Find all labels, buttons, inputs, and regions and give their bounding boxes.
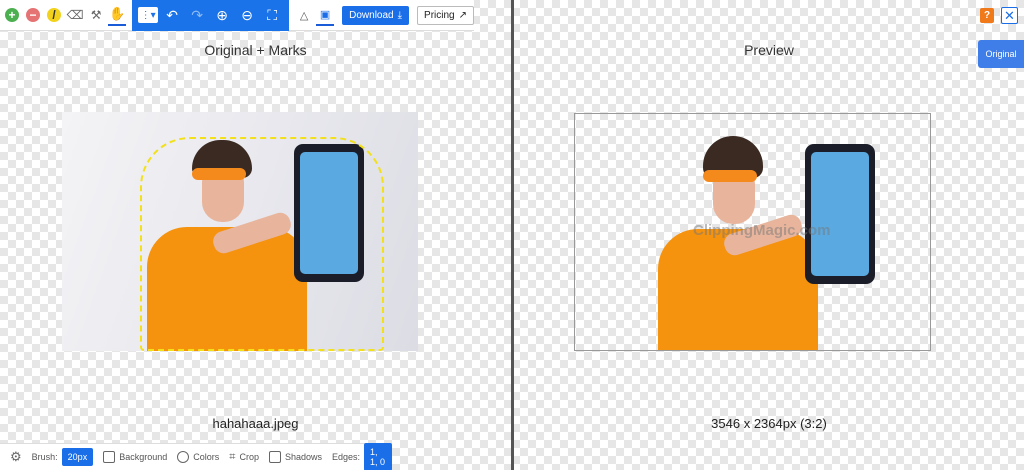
shadows-button[interactable]: Shadows xyxy=(268,451,323,463)
brush-setting[interactable]: Brush: 20px xyxy=(32,448,94,466)
crop-label: Crop xyxy=(239,452,259,462)
brush-size-select[interactable]: ⋮▾ xyxy=(138,7,159,23)
colors-label: Colors xyxy=(193,452,220,462)
original-filename: hahahaaa.jpeg xyxy=(212,416,299,431)
image-dimensions: 3546 x 2364px (3:2) xyxy=(711,416,827,431)
eraser-icon[interactable]: ⌫ xyxy=(66,4,84,26)
view-marks-icon[interactable]: △ xyxy=(295,4,313,26)
redo-icon[interactable]: ↷ xyxy=(186,4,208,26)
colors-icon xyxy=(177,451,190,463)
shadows-icon xyxy=(268,451,281,463)
download-label: Download xyxy=(349,9,394,21)
toolbar: + − / ⌫ ⚒ ✋ ⋮▾ ↶ ↷ ⊕ ⊖ ⛶ △ ▣ Download ⤓ … xyxy=(0,0,474,31)
zoom-in-icon[interactable]: ⊕ xyxy=(211,4,233,26)
wand-icon[interactable]: ⚒ xyxy=(87,4,105,26)
shadows-label: Shadows xyxy=(284,452,323,462)
background-label: Background xyxy=(119,452,168,462)
download-icon: ⤓ xyxy=(397,9,403,21)
brush-value[interactable]: 20px xyxy=(61,448,94,466)
watermark-text: ClippingMagic.com xyxy=(693,222,831,239)
crop-icon: ⌗ xyxy=(229,450,236,463)
zoom-out-icon[interactable]: ⊖ xyxy=(236,4,258,26)
background-icon xyxy=(103,451,116,463)
fit-to-screen-icon[interactable]: ⛶ xyxy=(261,4,283,26)
brush-label: Brush: xyxy=(31,452,58,462)
preview-title: Preview xyxy=(744,42,794,58)
remove-icon[interactable]: − xyxy=(24,4,42,26)
view-split-icon[interactable]: ▣ xyxy=(316,4,335,26)
close-button[interactable]: ✕ xyxy=(1001,7,1018,24)
hand-icon[interactable]: ✋ xyxy=(108,4,127,26)
original-image[interactable] xyxy=(62,112,418,351)
undo-icon[interactable]: ↶ xyxy=(161,4,183,26)
download-button[interactable]: Download ⤓ xyxy=(342,5,410,25)
edit-tools-group: ⋮▾ ↶ ↷ ⊕ ⊖ ⛶ xyxy=(132,0,290,31)
settings-icon[interactable]: ⚙ xyxy=(10,449,22,465)
edges-setting[interactable]: Edges: 1, 1, 0 xyxy=(332,443,392,470)
preview-image[interactable]: ClippingMagic.com xyxy=(574,113,931,351)
edges-label: Edges: xyxy=(332,452,361,462)
original-pane: + − / ⌫ ⚒ ✋ ⋮▾ ↶ ↷ ⊕ ⊖ ⛶ △ ▣ Download ⤓ … xyxy=(0,0,511,470)
external-link-icon: ↗ xyxy=(458,9,467,21)
background-button[interactable]: Background xyxy=(103,451,167,463)
bottom-toolbar: ⚙ Brush: 20px Background Colors ⌗ Crop S… xyxy=(0,443,392,470)
help-button[interactable]: ? xyxy=(980,8,994,23)
pricing-label: Pricing xyxy=(424,9,455,21)
colors-button[interactable]: Colors xyxy=(177,451,219,463)
preview-pane: ? ✕ Original Preview ClippingMagic.com 3… xyxy=(514,0,1024,470)
pricing-button[interactable]: Pricing ↗ xyxy=(417,5,474,25)
edges-value[interactable]: 1, 1, 0 xyxy=(364,443,392,470)
original-title: Original + Marks xyxy=(204,42,307,58)
pen-icon[interactable]: / xyxy=(45,4,63,26)
subject-figure xyxy=(62,112,418,351)
crop-button[interactable]: ⌗ Crop xyxy=(229,451,259,464)
add-icon[interactable]: + xyxy=(3,4,21,26)
